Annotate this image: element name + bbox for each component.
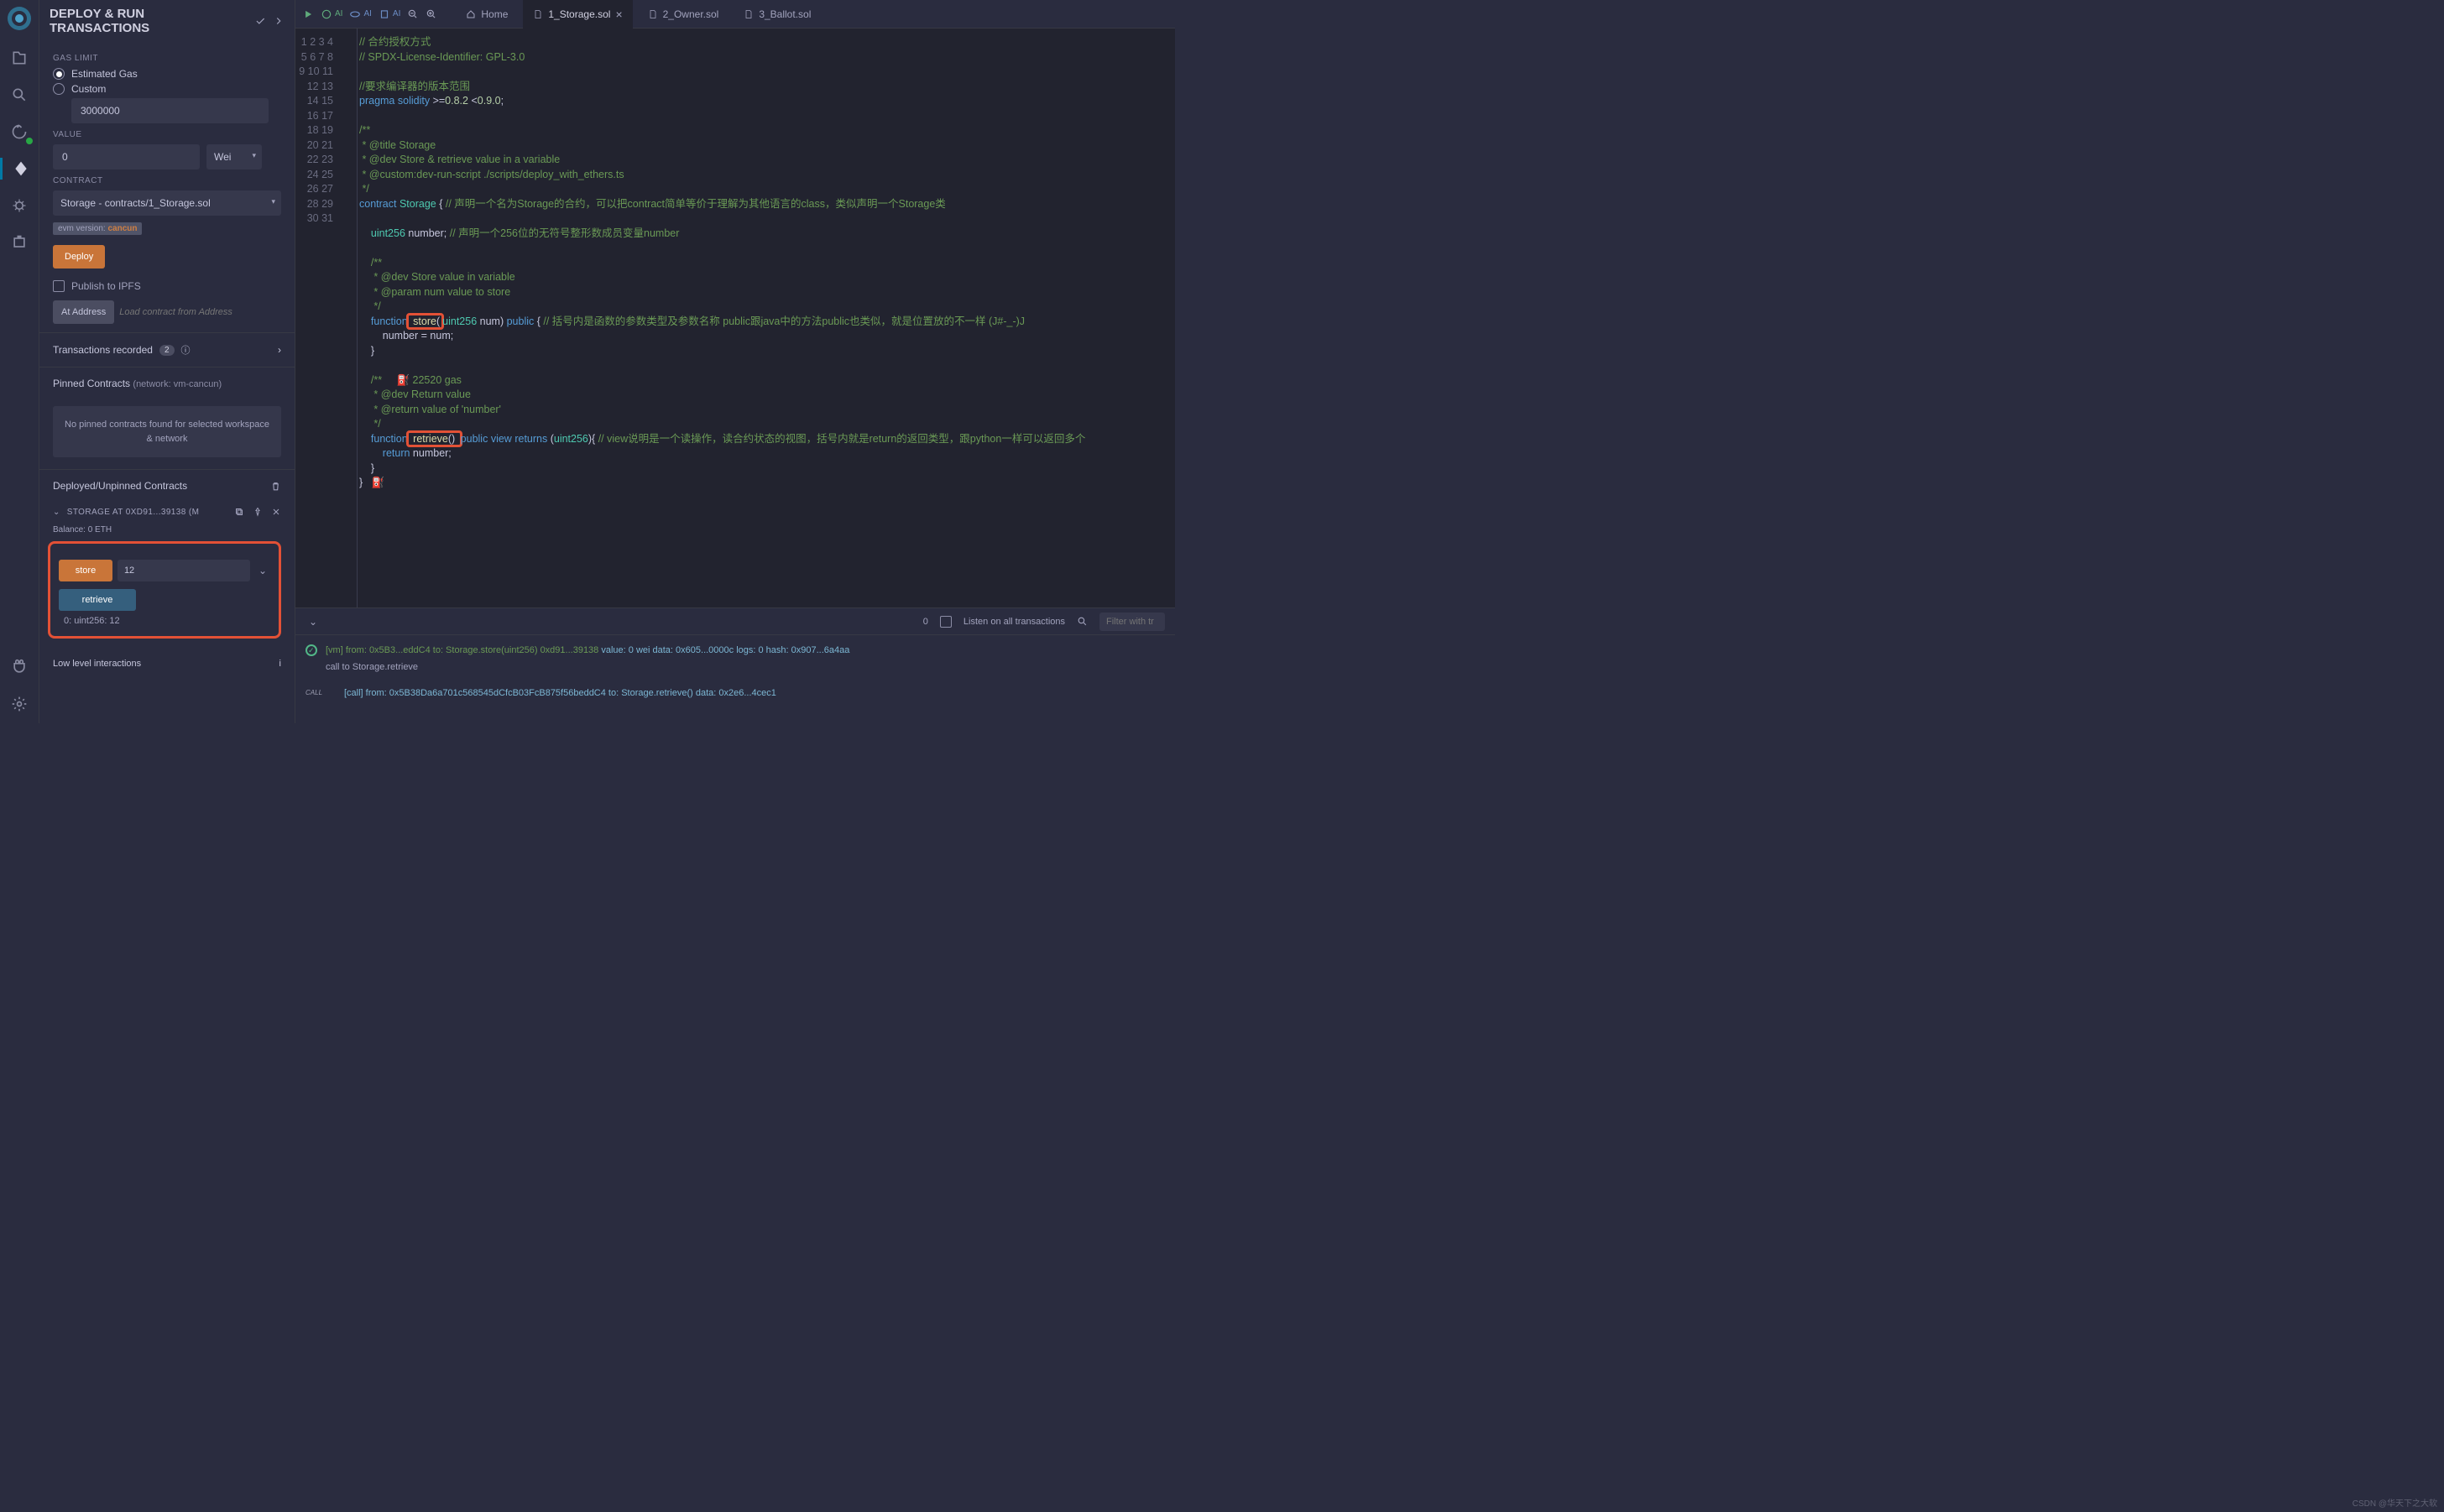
listen-checkbox[interactable] (940, 616, 952, 628)
watermark: CSDN @华天下之大软 (2353, 1496, 2437, 1509)
success-icon (306, 644, 317, 656)
terminal-toggle-icon[interactable]: ⌄ (309, 616, 317, 628)
no-pinned-message: No pinned contracts found for selected w… (53, 406, 281, 457)
gas-custom-radio[interactable]: Custom (53, 83, 281, 95)
deployed-contract-item: ⌄ STORAGE AT 0XD91...39138 (M Balance: 0… (39, 502, 295, 649)
pending-count: 0 (923, 617, 928, 627)
zoom-out-icon[interactable] (407, 8, 419, 20)
publish-ipfs-checkbox[interactable]: Publish to IPFS (53, 280, 281, 292)
trash-icon[interactable] (270, 481, 281, 492)
transactions-recorded-header[interactable]: Transactions recorded2ⓘ › (39, 333, 295, 368)
ai-button-1[interactable]: AI (321, 8, 342, 20)
ai-button-2[interactable]: AI (349, 8, 371, 20)
deploy-button[interactable]: Deploy (53, 245, 105, 269)
chevron-down-icon[interactable]: ⌄ (53, 508, 60, 517)
deploy-panel: DEPLOY & RUN TRANSACTIONS GAS LIMIT Esti… (39, 0, 295, 723)
contract-label: CONTRACT (53, 176, 281, 185)
zoom-in-icon[interactable] (426, 8, 437, 20)
gas-limit-label: GAS LIMIT (53, 54, 281, 63)
at-address-input[interactable] (119, 300, 281, 324)
remix-logo (6, 5, 33, 32)
value-input[interactable] (53, 144, 200, 169)
filter-input[interactable] (1099, 613, 1165, 631)
listen-label: Listen on all transactions (964, 617, 1065, 627)
main-area: AI AI AI Home 1_Storage.sol× 2_Owner.sol… (295, 0, 1175, 723)
code-editor[interactable]: 1 2 3 4 5 6 7 8 9 10 11 12 13 14 15 16 1… (295, 29, 1175, 607)
tab-ballot[interactable]: 3_Ballot.sol (734, 0, 821, 29)
low-level-interactions[interactable]: Low level interactionsi (39, 649, 295, 670)
play-icon[interactable] (302, 8, 314, 20)
terminal: ⌄ 0 Listen on all transactions [vm] from… (295, 607, 1175, 723)
terminal-output[interactable]: [vm] from: 0x5B3...eddC4 to: Storage.sto… (295, 635, 1175, 723)
ai-button-3[interactable]: AI (379, 8, 400, 20)
plugin-icon[interactable] (0, 232, 39, 253)
search-icon[interactable] (0, 84, 39, 106)
tab-bar: AI AI AI Home 1_Storage.sol× 2_Owner.sol… (295, 0, 1175, 29)
close-tab-icon[interactable]: × (615, 8, 622, 21)
chevron-right-icon: › (278, 344, 281, 356)
info-icon: ⓘ (181, 343, 191, 357)
chevron-right-icon[interactable] (273, 15, 285, 27)
value-unit-select[interactable]: Wei (206, 144, 262, 169)
activity-bar (0, 0, 39, 723)
annotation-highlight: store ⌄ retrieve 0: uint256: 12 (48, 541, 281, 639)
deploy-icon[interactable] (0, 158, 39, 180)
retrieve-result: 0: uint256: 12 (64, 616, 270, 626)
gas-estimated-radio[interactable]: Estimated Gas (53, 68, 281, 80)
check-icon (254, 15, 266, 27)
copy-icon[interactable] (234, 507, 244, 517)
at-address-button[interactable]: At Address (53, 300, 114, 324)
info-icon: i (279, 659, 281, 669)
search-terminal-icon[interactable] (1077, 616, 1088, 627)
compiler-icon[interactable] (0, 121, 39, 143)
panel-title: DEPLOY & RUN TRANSACTIONS (50, 7, 248, 35)
store-function-button[interactable]: store (59, 560, 112, 581)
tab-home[interactable]: Home (456, 0, 518, 29)
pin-icon[interactable] (253, 507, 263, 517)
close-icon[interactable] (271, 507, 281, 517)
expand-args-icon[interactable]: ⌄ (255, 565, 270, 576)
call-tag: CALL (306, 686, 336, 699)
evm-version-badge: evm version: cancun (53, 222, 142, 235)
retrieve-function-button[interactable]: retrieve (59, 589, 136, 611)
tab-owner[interactable]: 2_Owner.sol (638, 0, 729, 29)
contract-balance: Balance: 0 ETH (53, 525, 281, 534)
tab-storage[interactable]: 1_Storage.sol× (523, 0, 632, 29)
contract-address-label: STORAGE AT 0XD91...39138 (M (67, 508, 200, 517)
deployed-contracts-header: Deployed/Unpinned Contracts (39, 470, 295, 502)
plugin-manager-icon[interactable] (0, 656, 39, 678)
file-explorer-icon[interactable] (0, 47, 39, 69)
debugger-icon[interactable] (0, 195, 39, 216)
value-label: VALUE (53, 130, 281, 139)
contract-select[interactable]: Storage - contracts/1_Storage.sol (53, 190, 281, 216)
panel-header: DEPLOY & RUN TRANSACTIONS (39, 0, 295, 42)
store-function-input[interactable] (118, 560, 250, 581)
settings-icon[interactable] (0, 693, 39, 715)
pinned-contracts-header: Pinned Contracts (network: vm-cancun) (39, 368, 295, 399)
gas-custom-input[interactable] (71, 98, 269, 123)
